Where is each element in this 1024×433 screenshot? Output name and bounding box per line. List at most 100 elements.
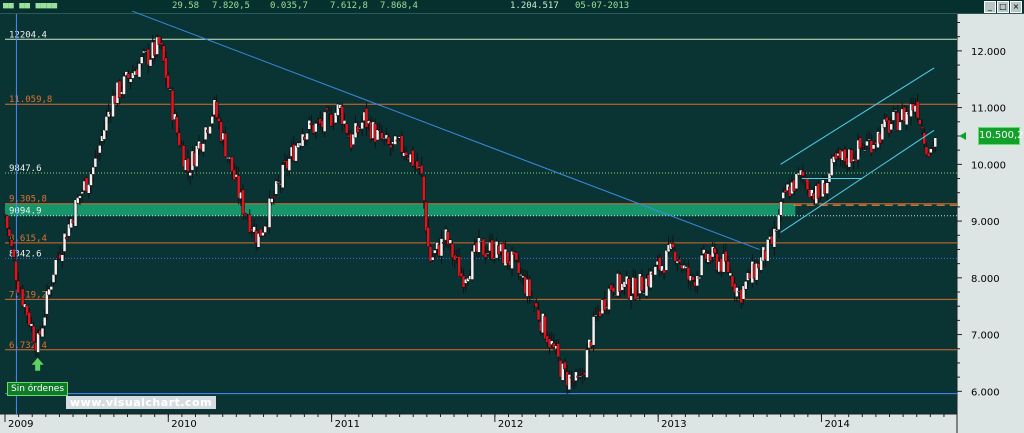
- candle-body: [527, 278, 532, 297]
- x-tick-label: 2012: [498, 419, 523, 430]
- candle-body: [208, 126, 212, 135]
- level-label: 11.059,8: [9, 95, 52, 105]
- candle-body: [102, 129, 106, 140]
- candle-body: [536, 309, 541, 321]
- candle-body: [441, 242, 446, 244]
- candle-body: [774, 230, 779, 232]
- candle-body: [327, 111, 331, 113]
- candle-body: [386, 136, 391, 145]
- candle-body: [889, 123, 893, 131]
- candle-body: [64, 237, 69, 240]
- candle-body: [922, 132, 927, 145]
- candle-body: [93, 158, 98, 168]
- candle-body: [578, 375, 583, 378]
- candle-body: [898, 121, 902, 131]
- candle-body: [364, 108, 369, 128]
- candle-body: [73, 199, 78, 227]
- x-tick-label: 2009: [8, 419, 33, 430]
- candle-body: [871, 144, 876, 150]
- candle-body: [272, 196, 276, 198]
- candle-body: [281, 164, 285, 189]
- candle-body: [891, 111, 896, 121]
- candle-body: [569, 376, 574, 379]
- candle-body: [580, 374, 585, 377]
- candle-body: [430, 256, 435, 261]
- candle-body: [918, 119, 922, 125]
- support-band: [5, 203, 796, 216]
- level-label: 12204.4: [9, 30, 47, 40]
- candle-body: [42, 316, 47, 327]
- candle-body: [400, 135, 404, 153]
- candle-body: [287, 158, 292, 171]
- candle-body: [243, 213, 248, 216]
- candle-body: [175, 116, 179, 134]
- candle-body: [635, 296, 640, 298]
- candle-body: [629, 295, 633, 301]
- candle-body: [122, 75, 126, 95]
- candle-body: [210, 116, 214, 124]
- price-chart[interactable]: 12204.4 11.059,8 9847.6 9.305,8 9094.9 8.615,…: [0, 0, 1024, 433]
- chart-window: ■■ ■■ ■■■■ 29.58 7.820,5 0.035,7 7.612,8…: [0, 0, 1024, 433]
- y-tick-label: 9.000: [971, 217, 1000, 228]
- candle-body: [653, 266, 658, 276]
- candle-body: [5, 215, 9, 229]
- level-label: 6.732,4: [9, 341, 47, 351]
- candle-body: [325, 107, 329, 110]
- candle-body: [269, 198, 274, 203]
- candle-body: [322, 111, 327, 132]
- candle-body: [534, 302, 539, 308]
- candle-body: [300, 133, 305, 147]
- candle-body: [98, 145, 102, 154]
- candle-body: [530, 298, 534, 301]
- time-axis-panel: [0, 414, 957, 433]
- candle-body: [726, 260, 730, 273]
- candle-body: [117, 80, 122, 98]
- candle-body: [433, 249, 437, 254]
- candle-body: [104, 116, 109, 132]
- candle-body: [893, 109, 898, 112]
- candle-body: [230, 156, 234, 172]
- candle-body: [713, 248, 717, 254]
- candle-body: [360, 122, 364, 130]
- candle-body: [777, 214, 781, 230]
- x-tick-label: 2010: [171, 419, 196, 430]
- candle-body: [139, 56, 144, 64]
- candle-body: [664, 250, 669, 271]
- candle-body: [779, 201, 783, 216]
- candle-body: [765, 239, 770, 262]
- candle-body: [261, 232, 265, 237]
- candle-body: [305, 132, 309, 141]
- candle-body: [60, 254, 65, 262]
- candle-body: [519, 274, 523, 276]
- candle-body: [20, 288, 25, 307]
- candle-body: [53, 259, 58, 276]
- candle-body: [36, 332, 40, 353]
- last-price-badge: 10.500,2: [978, 126, 1024, 145]
- candle-body: [78, 195, 82, 199]
- candle-body: [640, 276, 644, 292]
- candle-body: [80, 191, 84, 195]
- candle-body: [611, 286, 616, 293]
- candle-body: [419, 165, 424, 175]
- candle-body: [697, 276, 702, 280]
- candle-body: [201, 143, 206, 153]
- candle-body: [933, 137, 938, 148]
- candle-body: [543, 315, 547, 340]
- candle-body: [217, 117, 221, 122]
- candle-body: [602, 298, 607, 311]
- candle-body: [470, 250, 475, 280]
- sin-ordenes-badge[interactable]: Sin órdenes: [7, 382, 69, 396]
- candle-body: [567, 374, 572, 391]
- candle-body: [691, 276, 695, 281]
- y-tick-label: 6.000: [971, 387, 1000, 398]
- candle-body: [168, 88, 173, 91]
- candle-body: [671, 243, 675, 248]
- candle-body: [126, 73, 131, 79]
- candle-body: [241, 189, 245, 215]
- candle-body: [404, 151, 408, 156]
- level-label: 9094.9: [9, 207, 42, 217]
- candle-body: [514, 252, 519, 261]
- candle-body: [673, 251, 677, 262]
- candle-body: [422, 176, 426, 201]
- candle-body: [106, 111, 111, 118]
